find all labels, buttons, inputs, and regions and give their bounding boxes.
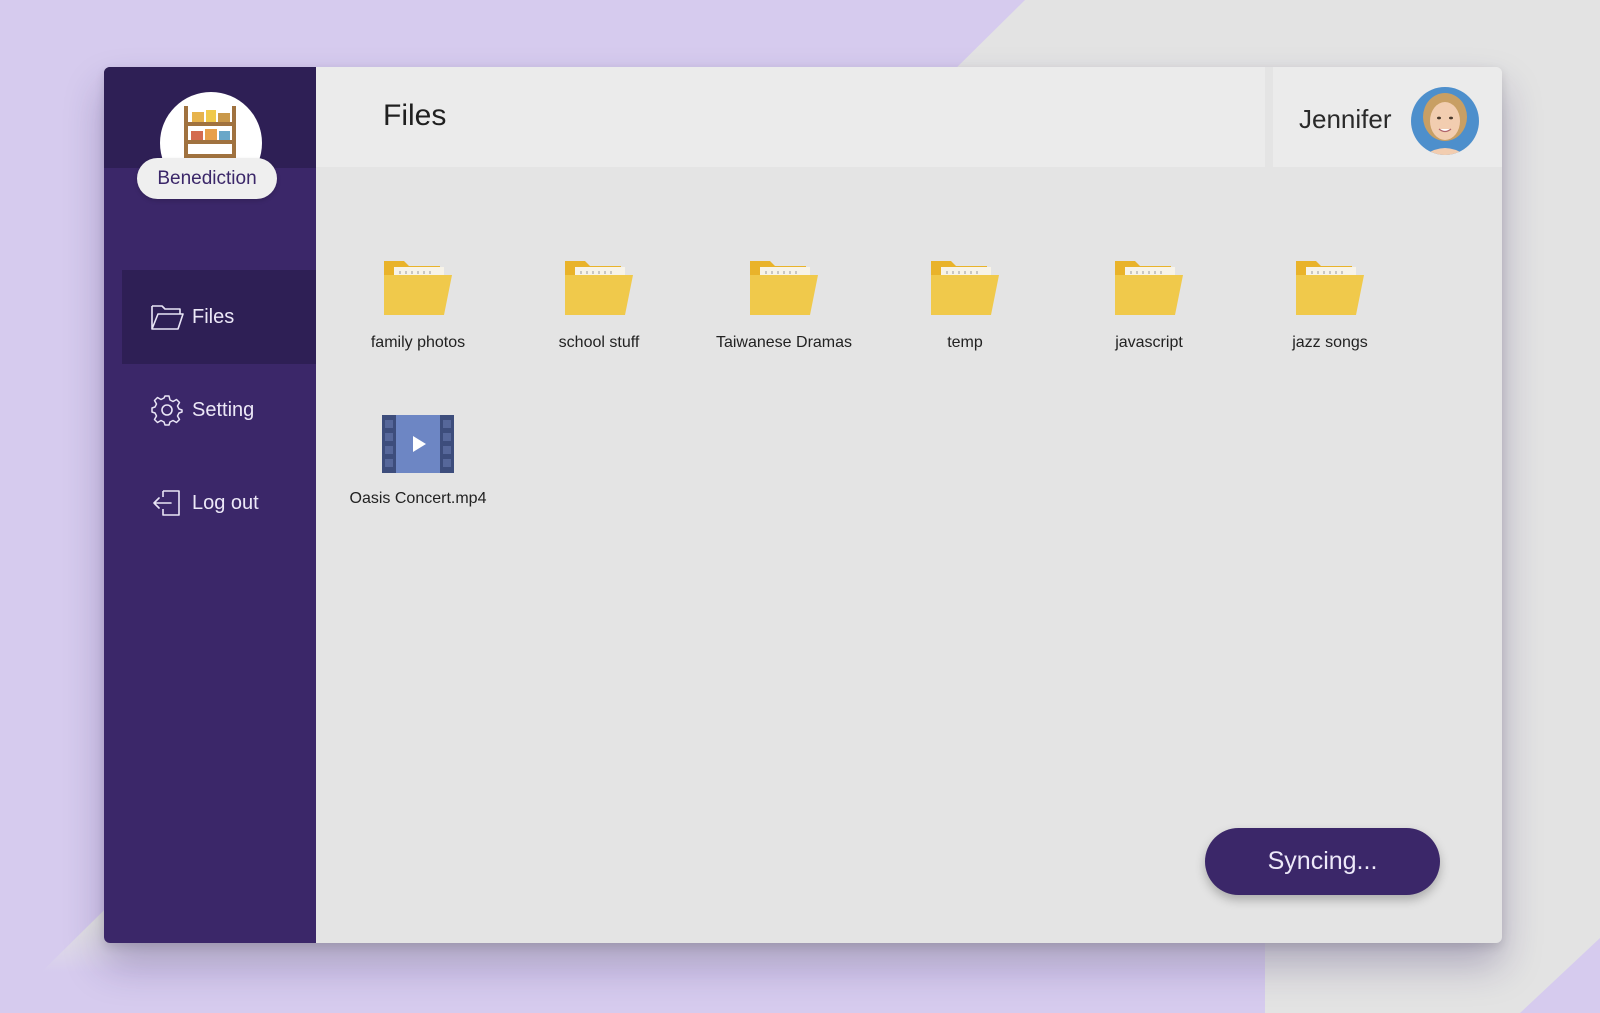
folder-item[interactable]: family photos — [328, 255, 508, 352]
file-name: temp — [947, 334, 983, 351]
avatar[interactable] — [1411, 87, 1479, 155]
sync-button[interactable]: Syncing... — [1205, 828, 1440, 895]
sidebar-item-label: Log out — [192, 491, 259, 514]
folder-item[interactable]: school stuff — [509, 255, 689, 352]
sidebar-item-logout[interactable]: Log out — [122, 456, 316, 550]
folder-icon — [1115, 261, 1183, 315]
file-name: Taiwanese Dramas — [715, 334, 853, 351]
user-profile[interactable]: Jennifer — [1273, 67, 1502, 167]
page-header: Files — [316, 67, 1265, 167]
folder-outline-icon — [150, 300, 184, 334]
folder-item[interactable]: Taiwanese Dramas — [694, 255, 874, 352]
file-name: school stuff — [558, 334, 640, 351]
user-name: Jennifer — [1299, 104, 1392, 134]
sidebar-item-label: Files — [192, 305, 235, 328]
file-name: Oasis Concert.mp4 — [349, 490, 487, 507]
folder-icon — [1296, 261, 1364, 315]
folder-item[interactable]: temp — [875, 255, 1055, 352]
sidebar-item-files[interactable]: Files — [122, 270, 316, 364]
sidebar: Benediction Files Setting Log out — [104, 67, 316, 943]
folder-icon — [931, 261, 999, 315]
video-file-item[interactable]: Oasis Concert.mp4 — [328, 411, 508, 508]
folder-icon — [384, 261, 452, 315]
sidebar-item-label: Setting — [192, 398, 255, 421]
file-name: jazz songs — [1292, 334, 1368, 351]
page-title: Files — [383, 99, 447, 132]
folder-item[interactable]: jazz songs — [1240, 255, 1420, 352]
file-name: family photos — [370, 334, 466, 351]
brand-name: Benediction — [137, 158, 277, 199]
folder-icon — [565, 261, 633, 315]
sidebar-item-setting[interactable]: Setting — [122, 363, 316, 457]
logout-icon — [150, 486, 184, 520]
app-window: Benediction Files Setting Log out Files … — [104, 67, 1502, 943]
background-shape-right — [1520, 938, 1600, 1013]
video-file-icon — [382, 415, 454, 473]
folder-item[interactable]: javascript — [1059, 255, 1239, 352]
gear-icon — [150, 393, 184, 427]
file-name: javascript — [1115, 334, 1183, 351]
folder-icon — [750, 261, 818, 315]
